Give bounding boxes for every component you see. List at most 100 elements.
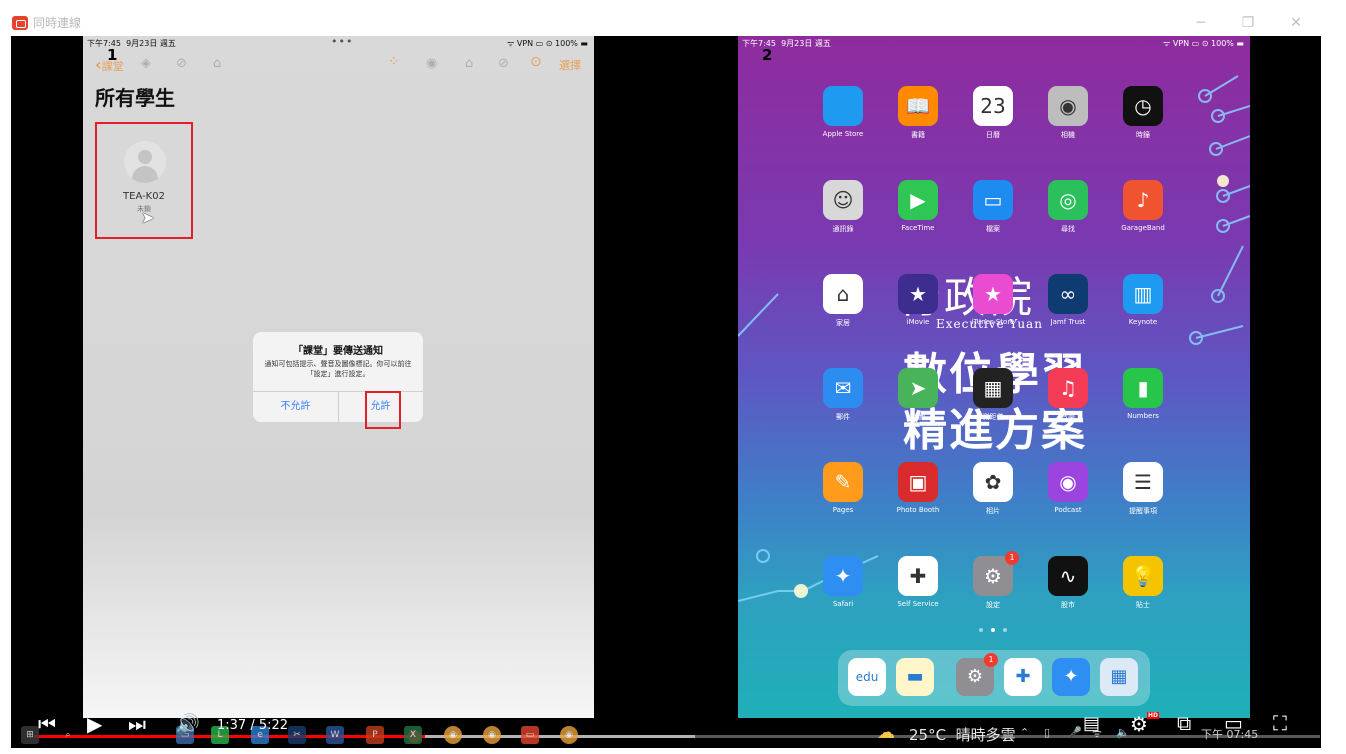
app-label: 家居 [836,319,850,327]
app-app-27[interactable]: ⚙ 1 設定 [963,551,1023,630]
chrome-alt-icon[interactable]: ◉ [560,726,578,744]
app-app-4[interactable]: ◷ 時鐘 [1113,86,1173,160]
app-label: iTunes Store [971,318,1015,326]
app-jamf-trust[interactable]: ∞ Jamf Trust [1038,274,1098,348]
notification-badge: 1 [1005,551,1019,565]
app-label: Pages [832,506,854,514]
app-self-service[interactable]: ✚ Self Service [888,556,948,630]
lock-icon[interactable]: ⌂ [465,56,473,71]
app-icon [823,86,863,126]
app-app-7[interactable]: ▭ 檔案 [963,180,1023,254]
windows-icon[interactable]: ⊞ [21,726,39,744]
play-icon[interactable]: ▶ [87,712,102,736]
status-date: 9月23日 週五 [781,39,831,48]
app-app-28[interactable]: ∿ 股市 [1038,556,1098,630]
eye-icon[interactable]: ◉ [426,56,437,71]
app-app-10[interactable]: ⌂ 家居 [813,274,873,348]
app-app-17[interactable]: ▦ 測距儀 [963,368,1023,442]
app-app-5[interactable]: ☺ 通訊錄 [813,180,873,254]
app-safari[interactable]: ✦ Safari [813,556,873,630]
dock-app-app-2[interactable]: ⚙ 1 [956,653,998,696]
tray-chevron-icon[interactable]: ⌃ [1020,726,1029,739]
app-app-3[interactable]: ◉ 相機 [1038,86,1098,160]
powerpoint-icon[interactable]: P [366,726,384,744]
volume-icon[interactable]: 🔊 [175,712,200,736]
maximize-button[interactable]: ❐ [1237,13,1259,33]
compass-icon[interactable]: ⊘ [176,56,187,71]
close-button[interactable]: ✕ [1285,13,1307,33]
select-button[interactable]: 選擇 [559,57,581,73]
app-podcast[interactable]: ◉ Podcast [1038,462,1098,536]
minimize-button[interactable]: ─ [1190,13,1212,33]
previous-icon[interactable]: ⏮ [38,712,56,736]
app-app-18[interactable]: ♫ 音樂 [1038,368,1098,442]
speaker-icon[interactable]: 🔈 [1116,726,1130,739]
weather-icon: ☁ [877,722,895,743]
app-icon: ▮ [1123,368,1163,408]
next-icon[interactable]: ⏭ [128,712,146,736]
app-garageband[interactable]: ♪ GarageBand [1113,180,1173,254]
weather-readout[interactable]: 25°C 晴時多雲 [909,724,1016,745]
dock-app-app-1[interactable]: ▬ [896,658,934,696]
tray-icon[interactable]: ⌂ [213,56,221,71]
app-label: 設定 [986,601,1000,609]
time-display: 1:37 / 5:22 [217,718,289,733]
chrome-icon[interactable]: ◉ [444,726,462,744]
app-pages[interactable]: ✎ Pages [813,462,873,536]
screen-share-icon[interactable]: ▭ [521,726,539,744]
app-icon: ∿ [1048,556,1088,596]
app-app-24[interactable]: ☰ 提醒事項 [1113,462,1173,536]
layers-icon[interactable]: ◈ [141,56,151,71]
more-icon[interactable]: ⊙ [530,54,542,70]
app-icon: ▥ [1123,274,1163,314]
app-photo-booth[interactable]: ▣ Photo Booth [888,462,948,536]
microphone-icon[interactable]: 🎤 [1068,726,1082,739]
apps-icon[interactable]: ⁘ [388,54,400,70]
dialog-title: 「課堂」要傳送通知 [293,346,383,357]
deny-button[interactable]: 不允許 [253,397,338,412]
app-icon: ⌂ [823,274,863,314]
dock-app-self-service[interactable]: ✚ [1004,658,1042,696]
app-label: 提醒事項 [1129,507,1157,515]
app-keynote[interactable]: ▥ Keynote [1113,274,1173,348]
dock-app-edu[interactable]: edu [848,658,886,696]
search-icon[interactable]: ⌕ [59,726,77,744]
app-icon: ◷ [1123,86,1163,126]
student-name: TEA-K02 [123,191,165,202]
app-numbers[interactable]: ▮ Numbers [1113,368,1173,442]
mute-icon[interactable]: ⊘ [498,56,509,71]
chrome-profile-icon[interactable]: ◉ [483,726,501,744]
app-icon: ✎ [823,462,863,502]
app-app-15[interactable]: ✉ 郵件 [813,368,873,442]
app-app-29[interactable]: 💡 貼士 [1113,556,1173,630]
app-itunes-store[interactable]: ★ iTunes Store [963,274,1023,348]
app-icon: ∞ [1048,274,1088,314]
app-imovie[interactable]: ★ iMovie [888,274,948,348]
app-icon: 💡 [1123,556,1163,596]
dock-app-app-5[interactable]: ▦ [1100,658,1138,696]
app-app-16[interactable]: ➤ 地圖 [888,368,948,442]
app-apple-store[interactable]: Apple Store [813,86,873,160]
app-app-1[interactable]: 📖 書籍 [888,86,948,160]
fullscreen-icon[interactable]: ⛶ [1273,711,1287,735]
settings-icon[interactable]: ⚙ [1130,712,1148,736]
status-indicators: ᯤ VPN ▭ ⊙ 100% ▬ [507,39,588,48]
theater-mode-icon[interactable]: ▭ [1224,711,1243,735]
snipping-icon[interactable]: ✂ [288,726,306,744]
subtitles-icon[interactable]: ▤ [1083,713,1100,734]
dock-app-safari[interactable]: ✦ [1052,658,1090,696]
video-player[interactable]: 下午7:45 9月23日 週五 ••• ᯤ VPN ▭ ⊙ 100% ▬ 1 ‹… [11,36,1321,748]
app-icon: ✚ [898,556,938,596]
app-app-2[interactable]: 23 日曆 [963,86,1023,160]
app-label: 測距儀 [982,413,1004,421]
app-app-22[interactable]: ✿ 相片 [963,462,1023,536]
avatar [124,141,166,183]
miniplayer-icon[interactable]: ⧉ [1177,711,1191,735]
tray-device-icon[interactable]: ▯ [1044,726,1050,739]
app-app-8[interactable]: ◎ 尋找 [1038,180,1098,254]
app-icon: ▶ [898,180,938,220]
word-icon[interactable]: W [326,726,344,744]
excel-icon[interactable]: X [404,726,422,744]
app-facetime[interactable]: ▶ FaceTime [888,180,948,254]
back-button[interactable]: ‹課堂 [95,55,124,74]
